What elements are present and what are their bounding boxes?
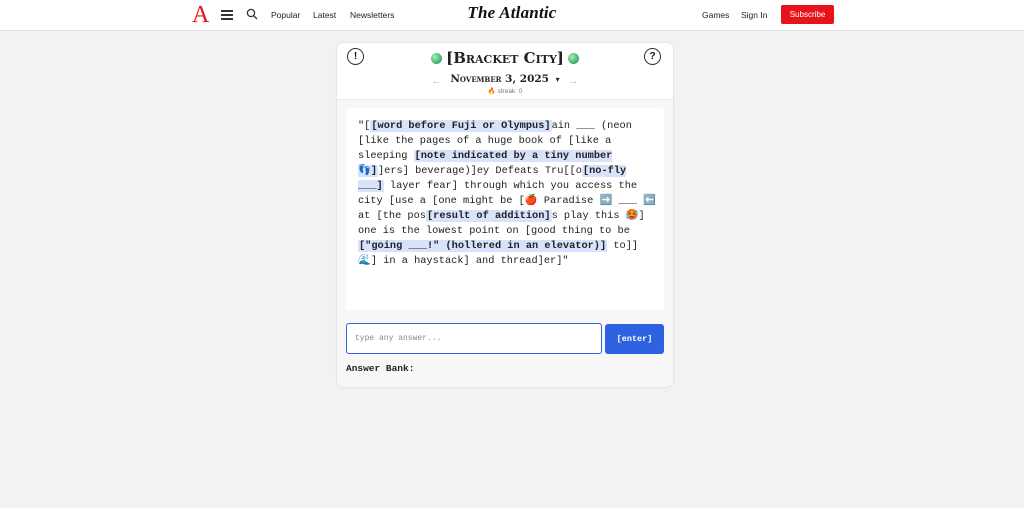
clue-highlight[interactable]: [word before Fuji or Olympus] xyxy=(370,120,552,132)
subscribe-button[interactable]: Subscribe xyxy=(781,5,834,24)
nav-link-sign-in[interactable]: Sign In xyxy=(741,9,767,21)
puzzle-text: "[[word before Fuji or Olympus]ain ___ (… xyxy=(358,119,656,269)
search-icon[interactable] xyxy=(246,8,258,20)
game-title: [Bracket City] xyxy=(446,49,564,67)
game-title-row: [Bracket City] xyxy=(337,48,673,68)
nav-link-games[interactable]: Games xyxy=(702,9,729,21)
top-nav: A Popular Latest Newsletters The Atlanti… xyxy=(0,0,1024,31)
enter-button[interactable]: [enter] xyxy=(605,324,664,354)
clue-highlight[interactable]: [result of addition] xyxy=(425,210,552,222)
date-label: November 3, 2025 xyxy=(450,73,549,85)
game-card: ! ? [Bracket City] ← November 3, 2025 ▾ … xyxy=(337,43,673,387)
nav-link-newsletters[interactable]: Newsletters xyxy=(350,9,394,21)
globe-icon xyxy=(431,53,443,64)
clue-text: ]ers] beverage)]ey Defeats Tru[[o xyxy=(378,165,582,177)
flame-icon: 🔥 xyxy=(487,88,496,95)
atlantic-logo[interactable]: A xyxy=(192,2,209,28)
nav-link-latest[interactable]: Latest xyxy=(313,9,336,21)
clue-highlight[interactable]: ["going ___!" (hollered in an elevator)] xyxy=(358,240,608,252)
globe-icon xyxy=(567,53,579,64)
streak-counter: 🔥 streak: 0 xyxy=(337,87,673,96)
next-day-arrow[interactable]: → xyxy=(568,75,579,87)
chevron-down-icon: ▾ xyxy=(555,74,560,84)
answer-bank-label: Answer Bank: xyxy=(346,363,415,374)
game-header: ! ? [Bracket City] ← November 3, 2025 ▾ … xyxy=(337,43,673,100)
streak-label: streak: 0 xyxy=(497,88,523,95)
puzzle-panel: "[[word before Fuji or Olympus]ain ___ (… xyxy=(346,108,664,310)
menu-icon[interactable] xyxy=(221,10,233,20)
date-selector[interactable]: November 3, 2025 ▾ xyxy=(337,72,673,86)
brand-wordmark: The Atlantic xyxy=(467,3,557,22)
clue-text: "[ xyxy=(358,120,371,132)
answer-input[interactable] xyxy=(346,323,602,354)
nav-link-popular[interactable]: Popular xyxy=(271,9,300,21)
